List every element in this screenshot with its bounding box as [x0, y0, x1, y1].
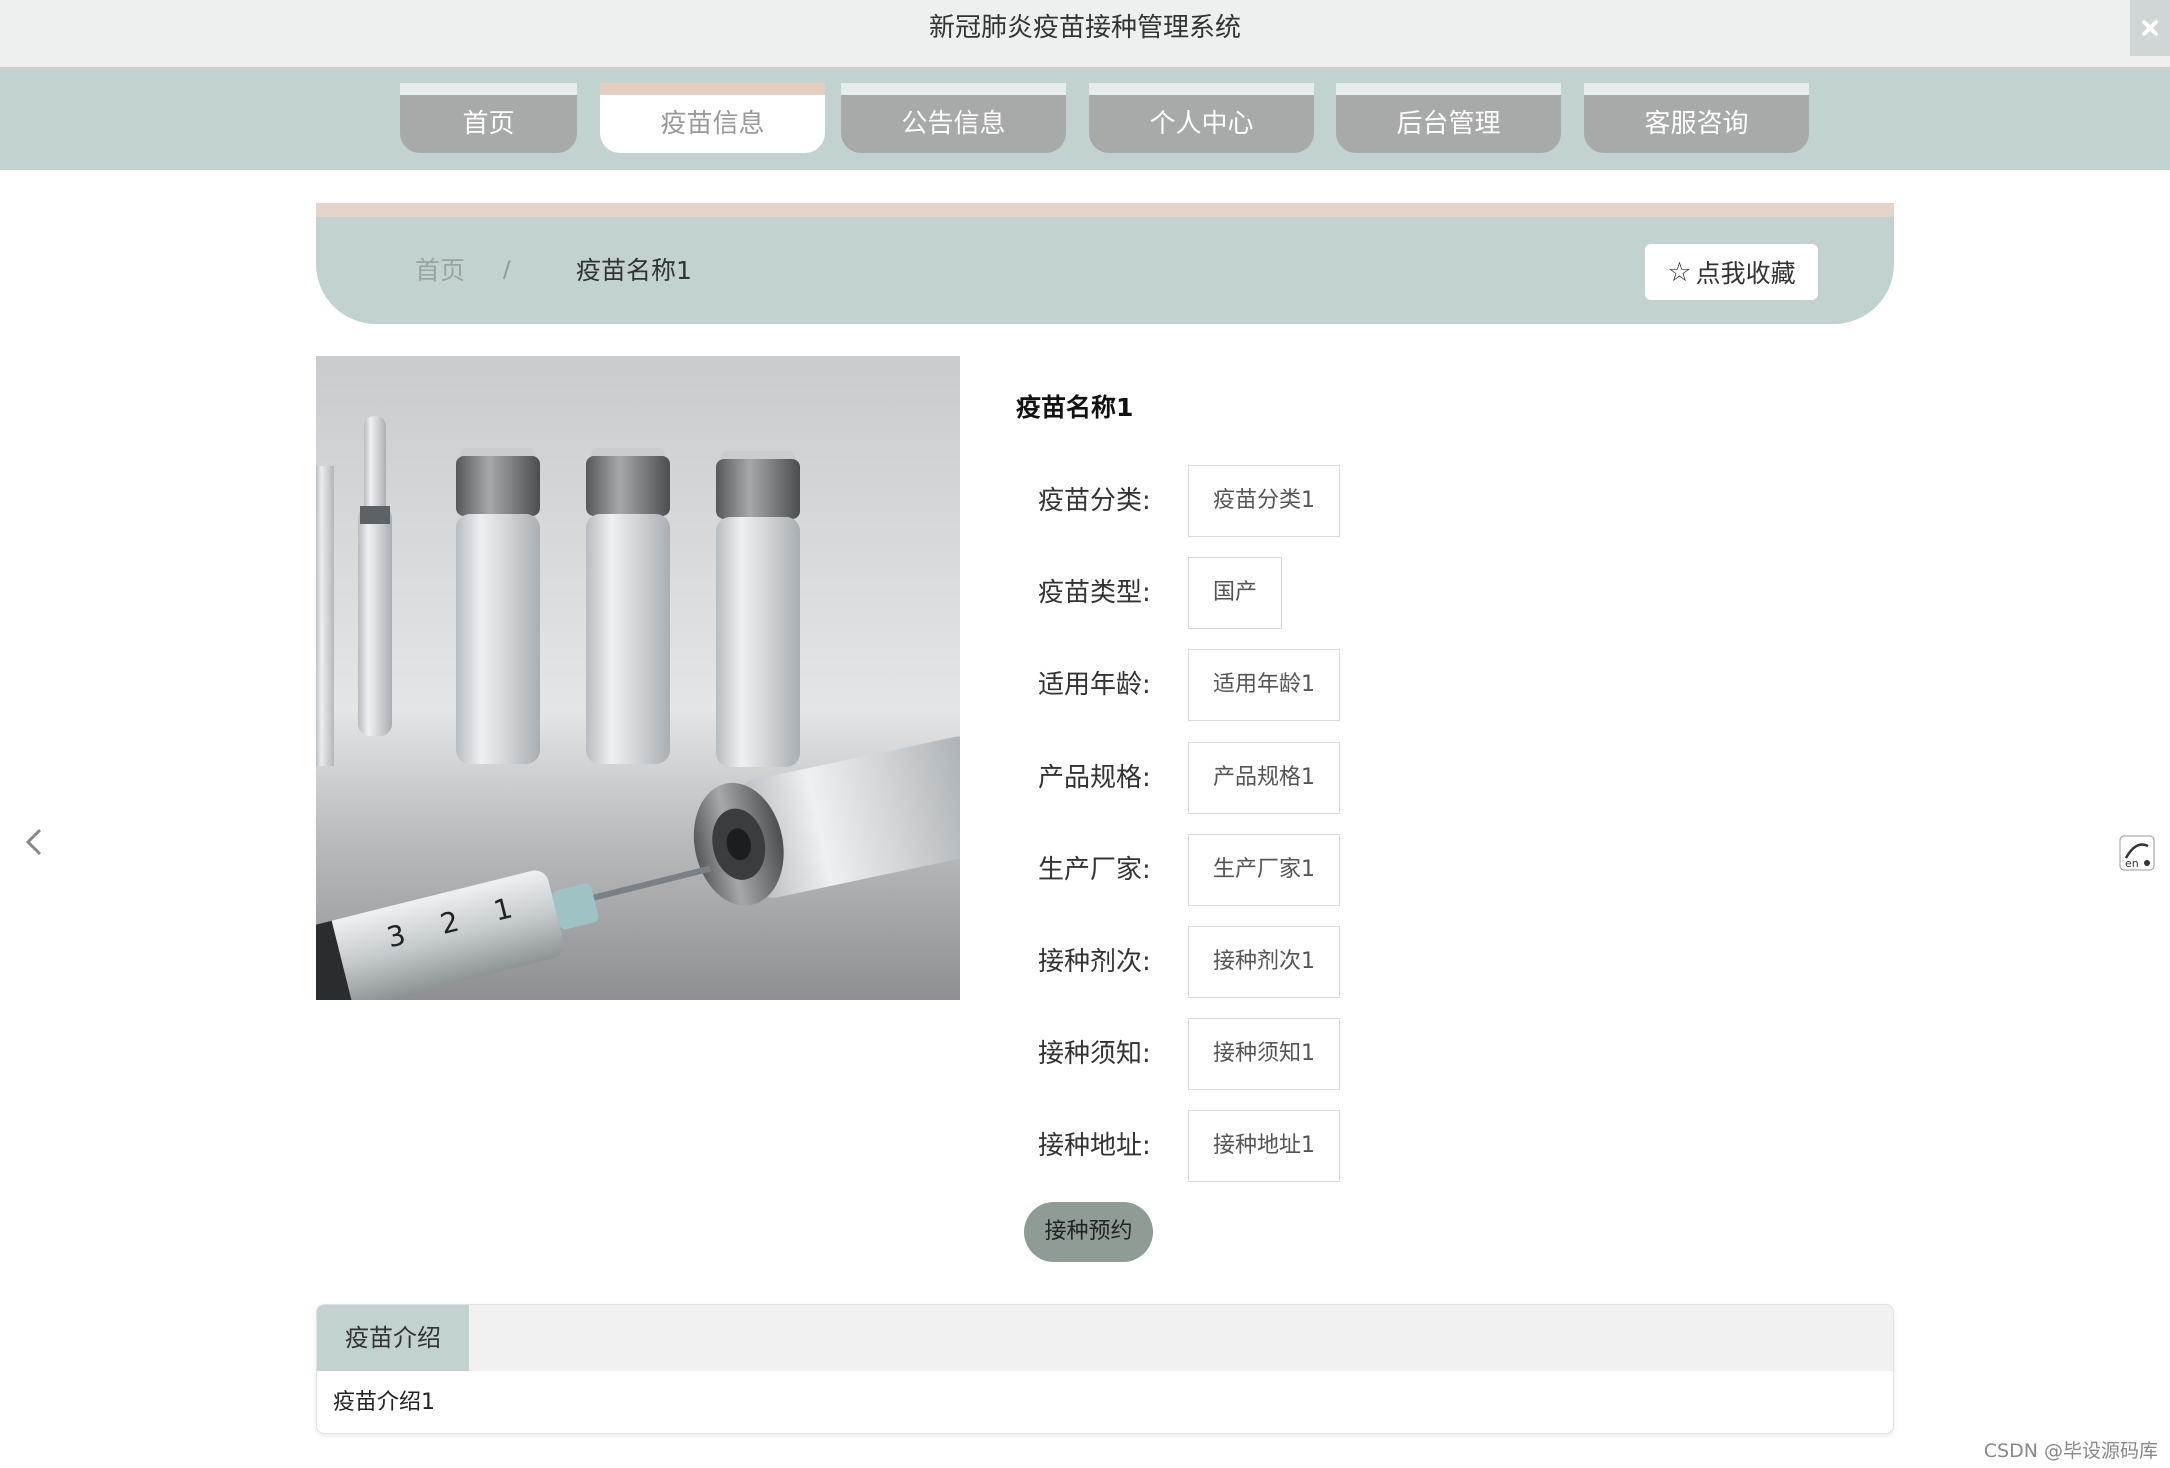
main-nav: 首页 疫苗信息 公告信息 个人中心 后台管理 客服咨询 — [0, 67, 2170, 170]
book-vaccination-button[interactable]: 接种预约 — [1024, 1202, 1153, 1262]
carousel-prev-button[interactable] — [20, 822, 50, 862]
nav-item-announcements[interactable]: 公告信息 — [841, 83, 1066, 153]
field-label: 疫苗分类: — [1038, 486, 1151, 516]
favorite-label: 点我收藏 — [1695, 259, 1796, 288]
intro-content: 疫苗介绍1 — [333, 1390, 435, 1415]
nav-item-customer-service[interactable]: 客服咨询 — [1584, 83, 1809, 153]
nav-item-vaccine-info[interactable]: 疫苗信息 — [600, 83, 825, 153]
field-value: 接种剂次1 — [1188, 926, 1340, 998]
vaccine-name: 疫苗名称1 — [1016, 393, 1134, 422]
close-icon — [2142, 20, 2158, 36]
chevron-left-icon — [25, 828, 42, 856]
vaccine-image: 3 2 1 — [316, 356, 960, 1000]
breadcrumb-home-link[interactable]: 首页 — [415, 217, 465, 324]
tab-vaccine-intro[interactable]: 疫苗介绍 — [317, 1305, 469, 1371]
title-bar: 新冠肺炎疫苗接种管理系统 — [0, 0, 2170, 67]
field-value: 接种地址1 — [1188, 1110, 1340, 1182]
translate-icon: en — [2119, 835, 2155, 871]
field-label: 生产厂家: — [1038, 855, 1151, 885]
field-label: 接种须知: — [1038, 1039, 1151, 1069]
favorite-button[interactable]: ☆ 点我收藏 — [1645, 244, 1818, 300]
field-label: 接种地址: — [1038, 1131, 1151, 1161]
intro-tab-bar: 疫苗介绍 — [317, 1305, 1893, 1371]
watermark: CSDN @毕设源码库 — [1983, 1440, 2158, 1462]
field-value: 接种须知1 — [1188, 1018, 1340, 1090]
field-value: 产品规格1 — [1188, 742, 1340, 814]
field-label: 适用年龄: — [1038, 670, 1151, 700]
field-value: 疫苗分类1 — [1188, 465, 1340, 537]
breadcrumb: 首页 / 疫苗名称1 ☆ 点我收藏 — [316, 203, 1894, 324]
nav-item-admin[interactable]: 后台管理 — [1336, 83, 1561, 153]
app-title: 新冠肺炎疫苗接种管理系统 — [928, 13, 1241, 43]
field-label: 产品规格: — [1038, 763, 1151, 793]
close-button[interactable] — [2130, 0, 2170, 56]
translate-widget[interactable]: en — [2118, 834, 2156, 872]
intro-panel: 疫苗介绍 疫苗介绍1 — [316, 1304, 1894, 1434]
field-value: 国产 — [1188, 557, 1283, 629]
field-value: 生产厂家1 — [1188, 834, 1340, 906]
nav-item-home[interactable]: 首页 — [400, 83, 577, 153]
breadcrumb-separator: / — [503, 258, 511, 283]
svg-text:en: en — [2125, 857, 2139, 870]
field-label: 接种剂次: — [1038, 947, 1151, 977]
field-label: 疫苗类型: — [1038, 578, 1151, 608]
breadcrumb-current: 疫苗名称1 — [576, 256, 692, 285]
nav-item-personal-center[interactable]: 个人中心 — [1089, 83, 1314, 153]
star-outline-icon: ☆ — [1667, 256, 1692, 288]
field-value: 适用年龄1 — [1188, 649, 1340, 721]
